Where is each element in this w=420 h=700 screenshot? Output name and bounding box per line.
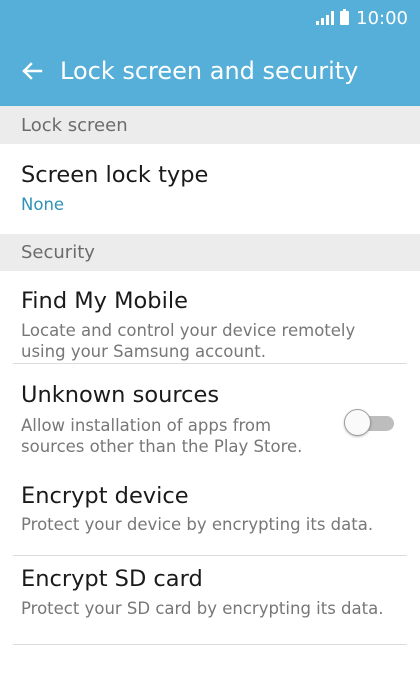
app-bar: Lock screen and security: [0, 36, 420, 106]
encrypt-device-subtitle: Protect your device by encrypting its da…: [21, 515, 374, 534]
unknown-sources-subtitle-line2: sources other than the Play Store.: [21, 437, 303, 456]
screen-lock-type-title: Screen lock type: [21, 162, 209, 188]
find-my-mobile-title: Find My Mobile: [21, 288, 188, 314]
toggle-thumb: [344, 409, 371, 436]
unknown-sources-item[interactable]: Unknown sources Allow installation of ap…: [0, 364, 420, 473]
battery-icon: [340, 9, 350, 25]
encrypt-device-item[interactable]: Encrypt device Protect your device by en…: [0, 473, 420, 555]
find-my-mobile-subtitle-line2: using your Samsung account.: [21, 342, 267, 361]
screen-lock-type-item[interactable]: Screen lock type None: [0, 144, 420, 234]
page-title: Lock screen and security: [60, 57, 359, 85]
status-bar: 10:00: [0, 0, 420, 36]
find-my-mobile-subtitle-line1: Locate and control your device remotely: [21, 321, 356, 340]
unknown-sources-subtitle-line1: Allow installation of apps from: [21, 416, 272, 435]
encrypt-device-title: Encrypt device: [21, 483, 189, 509]
encrypt-sd-card-subtitle: Protect your SD card by encrypting its d…: [21, 599, 384, 618]
encrypt-sd-card-item[interactable]: Encrypt SD card Protect your SD card by …: [0, 556, 420, 644]
divider: [13, 644, 407, 645]
unknown-sources-toggle[interactable]: [344, 408, 396, 438]
section-header-security: Security: [0, 234, 420, 271]
unknown-sources-title: Unknown sources: [21, 382, 220, 408]
find-my-mobile-item[interactable]: Find My Mobile Locate and control your d…: [0, 271, 420, 363]
back-button[interactable]: [0, 36, 64, 106]
status-time: 10:00: [356, 7, 408, 29]
back-arrow-icon: [22, 62, 43, 80]
screen-lock-type-value: None: [21, 195, 65, 214]
signal-icon: [316, 11, 335, 25]
section-header-lock-screen: Lock screen: [0, 106, 420, 144]
encrypt-sd-card-title: Encrypt SD card: [21, 566, 203, 592]
